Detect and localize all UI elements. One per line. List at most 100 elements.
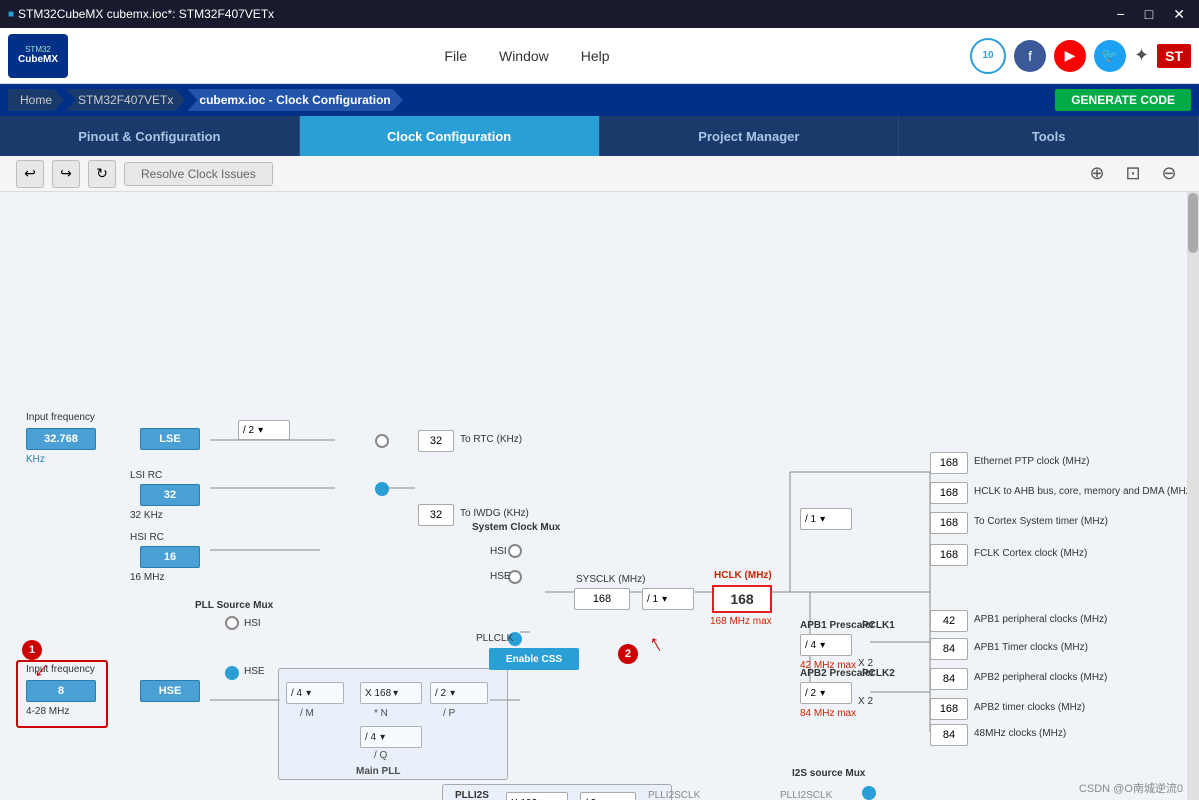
- eth-ptp-value[interactable]: 168: [930, 452, 968, 474]
- sysclk-hsi-label: HSI: [490, 546, 507, 557]
- pll-hsi-label: HSI: [244, 618, 261, 629]
- scrollbar[interactable]: [1187, 192, 1199, 800]
- plli2s-r-select[interactable]: / 2▾: [580, 792, 636, 800]
- zoom-in-button[interactable]: ⊕: [1083, 160, 1111, 188]
- menubar: STM32 CubeMX File Window Help 10 f ▶ 🐦 ✦…: [0, 28, 1199, 84]
- to-rtc-label: To RTC (KHz): [460, 434, 522, 445]
- apb2-peripheral-label: APB2 peripheral clocks (MHz): [974, 672, 1107, 683]
- maximize-button[interactable]: □: [1139, 6, 1159, 23]
- sysclk-pllclk-label: PLLCLK: [476, 633, 513, 644]
- app-logo: STM32 CubeMX: [8, 34, 68, 78]
- generate-code-button[interactable]: GENERATE CODE: [1055, 89, 1191, 111]
- app-icon: ■: [8, 9, 14, 20]
- hsi-rc-label: HSI RC: [130, 532, 164, 543]
- pll-mux-radio-hse[interactable]: [225, 666, 239, 680]
- enable-css-button[interactable]: Enable CSS: [489, 648, 579, 670]
- network-icon[interactable]: ✦: [1134, 45, 1149, 66]
- apb1-peripheral-value[interactable]: 42: [930, 610, 968, 632]
- twitter-icon[interactable]: 🐦: [1094, 40, 1126, 72]
- hsi-value-box[interactable]: 16: [140, 546, 200, 568]
- youtube-icon[interactable]: ▶: [1054, 40, 1086, 72]
- input-freq-label-1: Input frequency: [26, 412, 95, 423]
- lsi-unit-label: 32 KHz: [130, 510, 163, 521]
- hclk-label: HCLK (MHz): [714, 570, 772, 581]
- hse-box: HSE: [140, 680, 200, 702]
- hclk-ahb-value[interactable]: 168: [930, 482, 968, 504]
- zoom-out-button[interactable]: ⊖: [1155, 160, 1183, 188]
- breadcrumb-device[interactable]: STM32F407VETx: [66, 89, 185, 111]
- clock-diagram-area: Input frequency 32.768 KHz LSE LSI RC 32…: [0, 192, 1199, 800]
- fclk-label: FCLK Cortex clock (MHz): [974, 548, 1087, 559]
- menu-window[interactable]: Window: [499, 48, 549, 64]
- hclk-ahb-label: HCLK to AHB bus, core, memory and DMA (M…: [974, 486, 1194, 497]
- titlebar: ■ STM32CubeMX cubemx.ioc*: STM32F407VETx…: [0, 0, 1199, 28]
- annotation-2-arrow: ↑: [644, 629, 668, 659]
- pclk1-label: PCLK1: [862, 620, 895, 631]
- clk48-value[interactable]: 84: [930, 724, 968, 746]
- watermark: CSDN @O南城逆流0: [1079, 780, 1183, 796]
- pll-hse-label: HSE: [244, 666, 265, 677]
- resolve-clock-button[interactable]: Resolve Clock Issues: [124, 162, 273, 186]
- input-freq-1-unit: KHz: [26, 454, 45, 465]
- lsi-value-box[interactable]: 32: [140, 484, 200, 506]
- hclk-max-label: 168 MHz max: [710, 616, 772, 627]
- apb2-prescaler-select[interactable]: / 2▾: [800, 682, 852, 704]
- plli2s-label: PLLI2S: [455, 790, 489, 800]
- system-clock-mux-label: System Clock Mux: [472, 522, 560, 533]
- toolbar: ↩ ↪ ↻ Resolve Clock Issues ⊕ ⊡ ⊖: [0, 156, 1199, 192]
- redo-button[interactable]: ↪: [52, 160, 80, 188]
- plli2sclk-label-right: PLLI2SCLK: [780, 790, 832, 800]
- fclk-value[interactable]: 168: [930, 544, 968, 566]
- close-button[interactable]: ✕: [1167, 6, 1191, 23]
- i2s-source-mux-label: I2S source Mux: [792, 768, 865, 779]
- div2-top-select[interactable]: / 2▾: [238, 420, 290, 440]
- tab-pinout[interactable]: Pinout & Configuration: [0, 116, 300, 156]
- annotation-1-box: [16, 660, 108, 728]
- lsi-circle: [375, 482, 389, 496]
- cortex-timer-value[interactable]: 168: [930, 512, 968, 534]
- hclk-value-box[interactable]: 168: [712, 585, 772, 613]
- tab-project[interactable]: Project Manager: [600, 116, 900, 156]
- breadcrumb-home[interactable]: Home: [8, 89, 64, 111]
- pclk2-label: PCLK2: [862, 668, 895, 679]
- refresh-button[interactable]: ↻: [88, 160, 116, 188]
- st-logo: ST: [1157, 44, 1191, 68]
- lse-box: LSE: [140, 428, 200, 450]
- clk48-label: 48MHz clocks (MHz): [974, 728, 1066, 739]
- tab-tools[interactable]: Tools: [899, 116, 1199, 156]
- sysclk-label: SYSCLK (MHz): [576, 574, 645, 585]
- to-iwdg-value-box[interactable]: 32: [418, 504, 454, 526]
- undo-button[interactable]: ↩: [16, 160, 44, 188]
- title-text: STM32CubeMX cubemx.ioc*: STM32F407VETx: [18, 7, 274, 21]
- zoom-fit-button[interactable]: ⊡: [1119, 160, 1147, 188]
- i2s-circle-1[interactable]: [862, 786, 876, 800]
- cortex-timer-label: To Cortex System timer (MHz): [974, 516, 1108, 527]
- sysclk-mux-hsi[interactable]: [508, 544, 522, 558]
- facebook-icon[interactable]: f: [1014, 40, 1046, 72]
- menu-file[interactable]: File: [444, 48, 467, 64]
- menu-help[interactable]: Help: [581, 48, 610, 64]
- to-rtc-value-box[interactable]: 32: [418, 430, 454, 452]
- minimize-button[interactable]: −: [1111, 6, 1131, 23]
- sysclk-value-box[interactable]: 168: [574, 588, 630, 610]
- annotation-1-circle: 1: [22, 640, 42, 660]
- apb1-x2: X 2: [858, 658, 873, 669]
- pll-mux-radio-hsi[interactable]: [225, 616, 239, 630]
- main-pll-outline: [278, 668, 508, 780]
- apb2-peripheral-value[interactable]: 84: [930, 668, 968, 690]
- apb1-prescaler-select[interactable]: / 4▾: [800, 634, 852, 656]
- plli2sclk-label-left: PLLI2SCLK: [648, 790, 700, 800]
- apb2-x2: X 2: [858, 696, 873, 707]
- scrollbar-thumb[interactable]: [1188, 193, 1198, 253]
- ahb-prescaler-select[interactable]: / 1▾: [642, 588, 694, 610]
- cortex-div-select[interactable]: / 1▾: [800, 508, 852, 530]
- tab-clock[interactable]: Clock Configuration: [300, 116, 600, 156]
- input-freq-1-value[interactable]: 32.768: [26, 428, 96, 450]
- apb2-timer-value[interactable]: 168: [930, 698, 968, 720]
- breadcrumb-file[interactable]: cubemx.ioc - Clock Configuration: [187, 89, 402, 111]
- plli2s-n-select[interactable]: X 192▾: [506, 792, 568, 800]
- eth-ptp-label: Ethernet PTP clock (MHz): [974, 456, 1089, 467]
- lsi-rc-label: LSI RC: [130, 470, 162, 481]
- apb1-timer-value[interactable]: 84: [930, 638, 968, 660]
- apb1-peripheral-label: APB1 peripheral clocks (MHz): [974, 614, 1107, 625]
